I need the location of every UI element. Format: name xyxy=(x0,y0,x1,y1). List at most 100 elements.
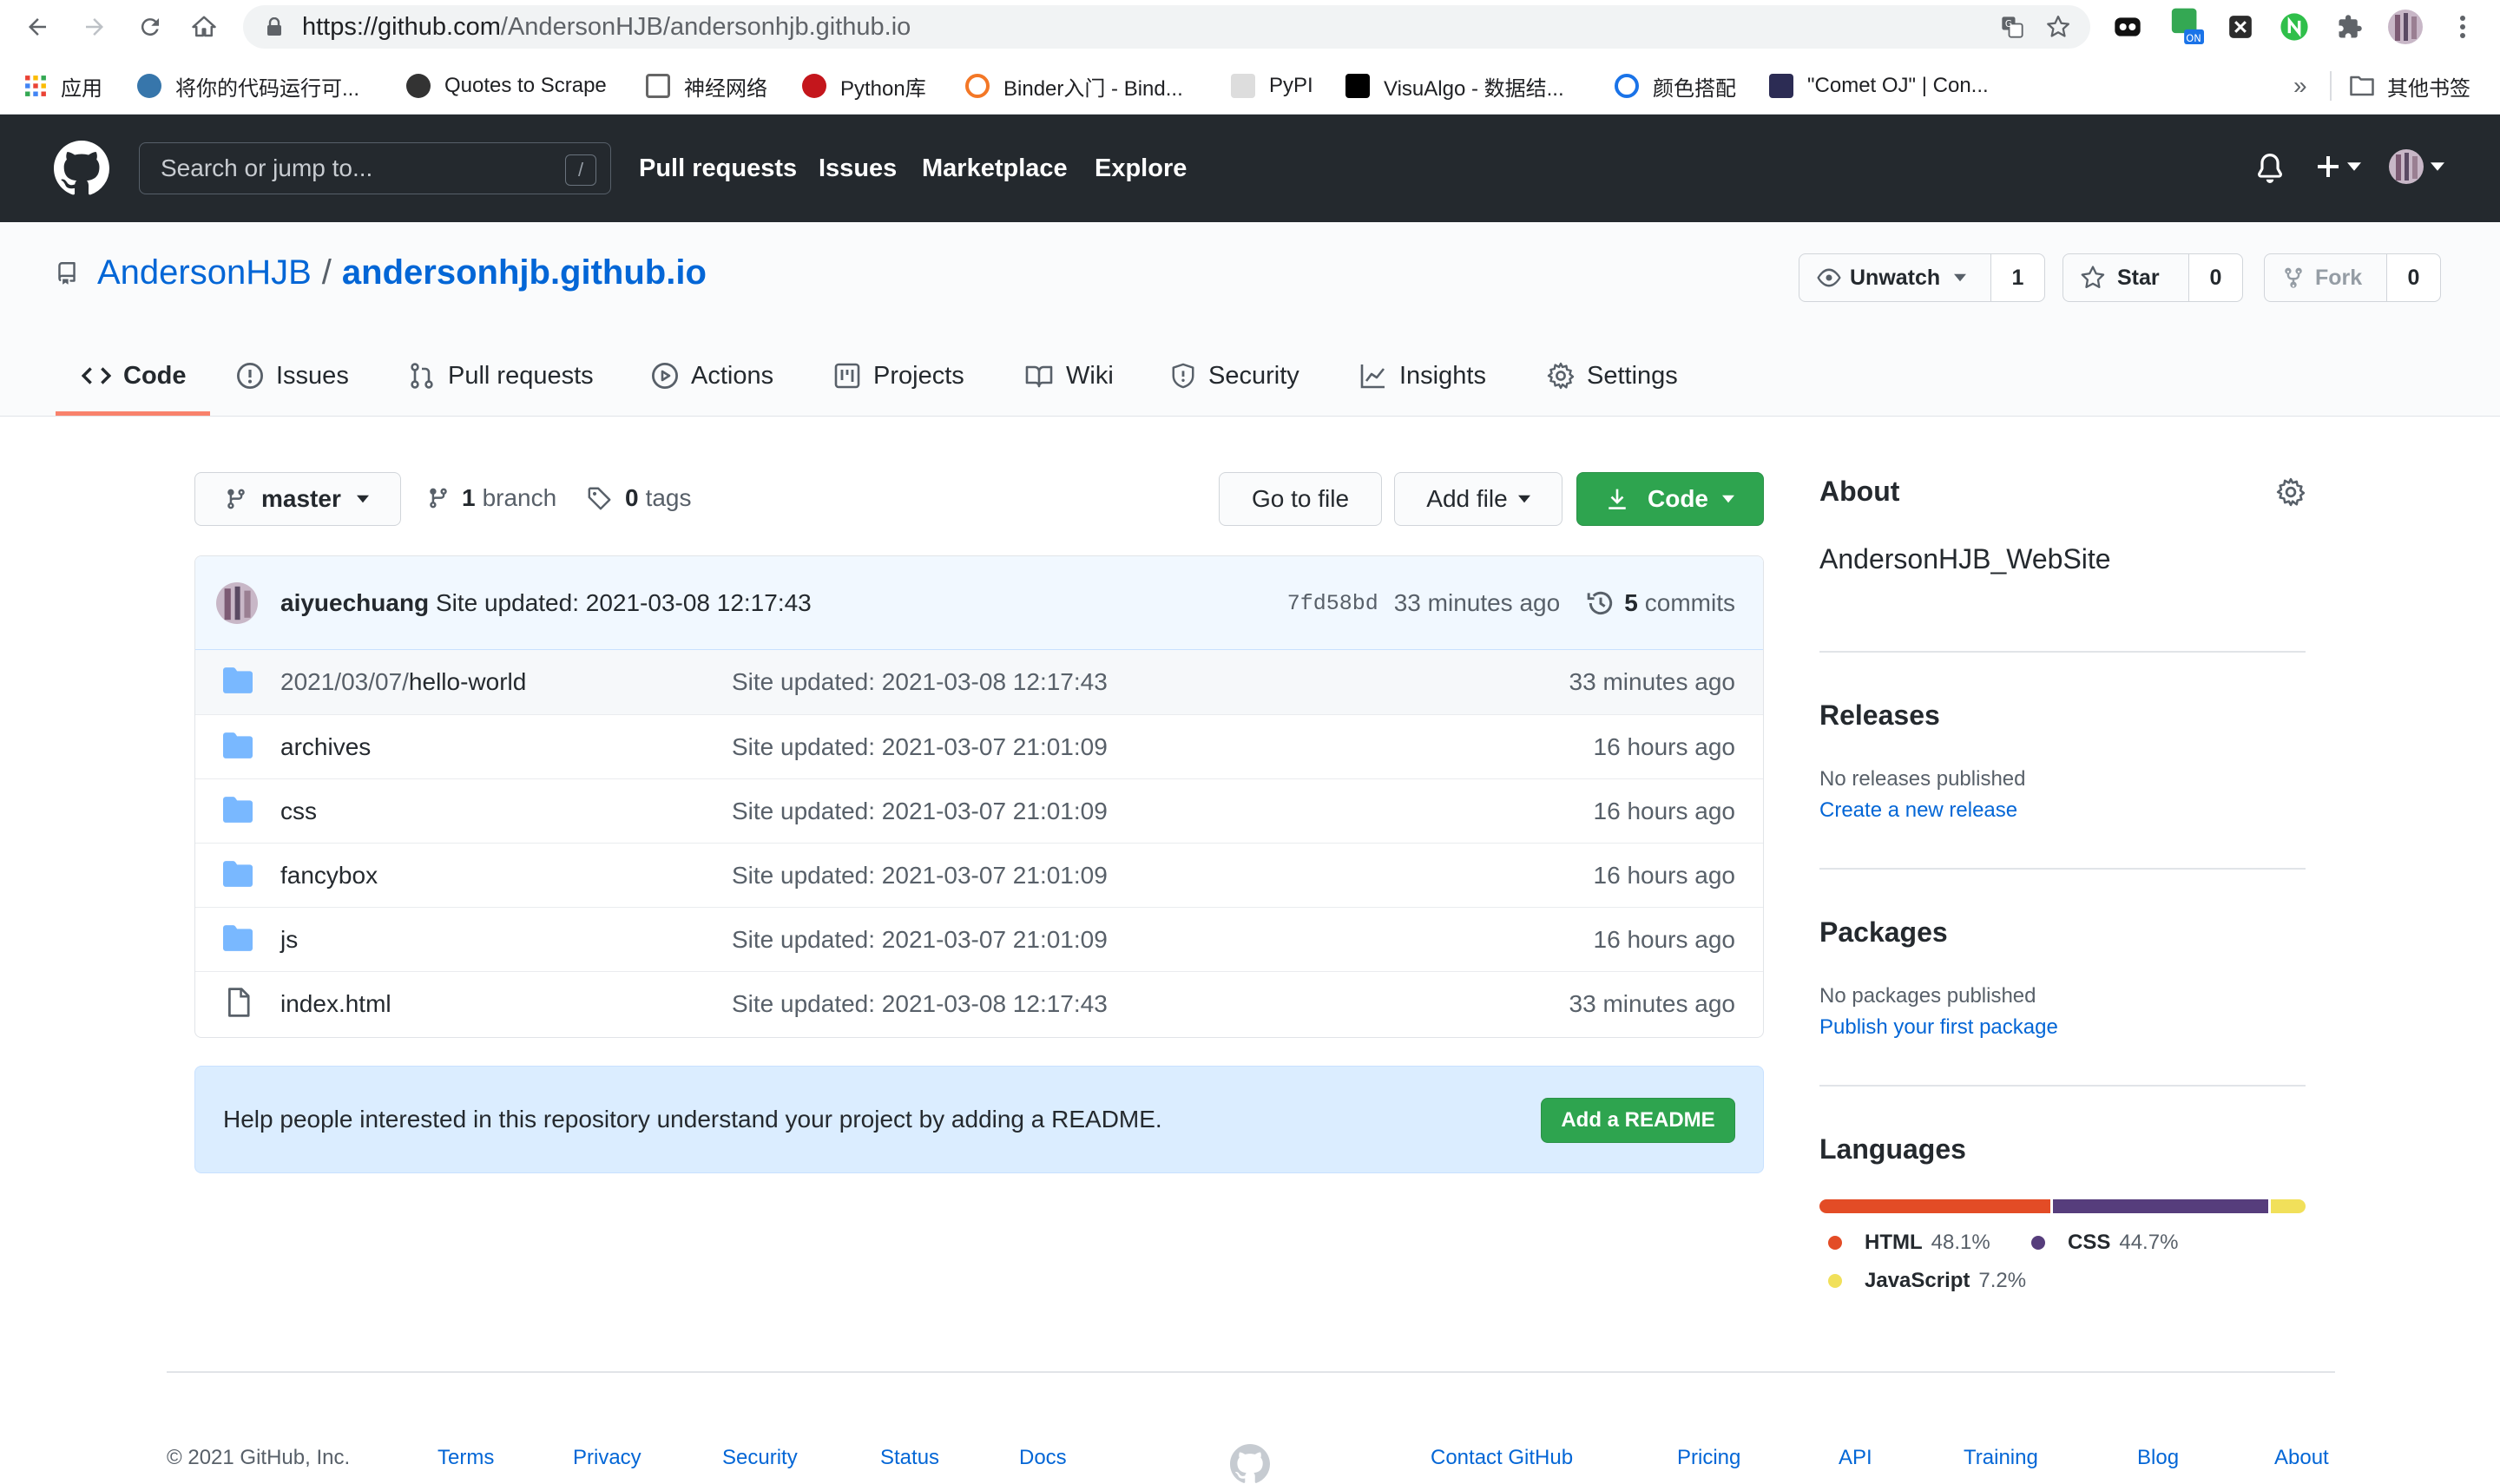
reload-button[interactable] xyxy=(130,7,170,47)
footer-link-about[interactable]: About xyxy=(2274,1441,2329,1475)
footer-link-api[interactable]: API xyxy=(1839,1441,1872,1475)
language-item[interactable]: HTML 48.1% xyxy=(1828,1231,1990,1255)
footer-link-pricing[interactable]: Pricing xyxy=(1677,1441,1740,1475)
language-bar-segment[interactable] xyxy=(2271,1199,2306,1213)
forks-count[interactable]: 0 xyxy=(2386,254,2440,301)
branches-link[interactable]: 1 branch xyxy=(427,470,556,526)
bookmark-neural[interactable]: 神经网络 xyxy=(646,66,767,106)
language-bar-segment[interactable] xyxy=(1819,1199,2051,1213)
repo-name-link[interactable]: andersonhjb.github.io xyxy=(342,253,707,292)
nav-issues[interactable]: Issues xyxy=(819,115,897,222)
file-commit-message[interactable]: Site updated: 2021-03-07 21:01:09 xyxy=(732,908,1108,972)
file-commit-message[interactable]: Site updated: 2021-03-07 21:01:09 xyxy=(732,715,1108,779)
github-logo[interactable] xyxy=(54,141,109,196)
add-readme-button[interactable]: Add a README xyxy=(1541,1098,1735,1143)
bookmark-visualgo[interactable]: VisuAlgo - 数据结... xyxy=(1345,66,1564,106)
file-commit-message[interactable]: Site updated: 2021-03-07 21:01:09 xyxy=(732,779,1108,844)
footer-link-security[interactable]: Security xyxy=(722,1441,798,1475)
tab-code[interactable]: Code xyxy=(82,335,187,417)
footer-link-docs[interactable]: Docs xyxy=(1019,1441,1067,1475)
file-row[interactable]: 2021/03/07/hello-world Site updated: 2021… xyxy=(195,650,1763,714)
forward-button[interactable] xyxy=(75,7,115,47)
stargazers-count[interactable]: 0 xyxy=(2188,254,2242,301)
file-name-link[interactable]: index.html xyxy=(280,972,391,1036)
bookmark-python-lib[interactable]: Python库 xyxy=(802,66,926,106)
file-row[interactable]: index.html Site updated: 2021-03-08 12:17… xyxy=(195,971,1763,1035)
profile-button[interactable] xyxy=(2385,7,2425,47)
nav-marketplace[interactable]: Marketplace xyxy=(922,115,1068,222)
tab-projects[interactable]: Projects xyxy=(833,335,964,417)
other-bookmarks[interactable]: 其他书签 xyxy=(2349,66,2470,106)
edit-about-button[interactable] xyxy=(2276,477,2306,507)
user-menu-button[interactable] xyxy=(2389,149,2444,184)
footer-link-blog[interactable]: Blog xyxy=(2137,1441,2179,1475)
file-name-link[interactable]: fancybox xyxy=(280,844,378,908)
extension-3[interactable] xyxy=(2220,7,2260,47)
file-name-link[interactable]: js xyxy=(280,908,298,972)
tab-actions[interactable]: Actions xyxy=(651,335,773,417)
language-bar-segment[interactable] xyxy=(2053,1199,2269,1213)
footer-link-contact[interactable]: Contact GitHub xyxy=(1431,1441,1573,1475)
file-commit-message[interactable]: Site updated: 2021-03-08 12:17:43 xyxy=(732,972,1108,1036)
bookmark-pypi[interactable]: PyPI xyxy=(1231,66,1313,106)
bookmark-colors[interactable]: 颜色搭配 xyxy=(1615,66,1736,106)
tab-pull-requests[interactable]: Pull requests xyxy=(408,335,594,417)
fork-button[interactable]: Fork xyxy=(2265,254,2386,301)
file-name-link[interactable]: archives xyxy=(280,715,371,779)
extensions-button[interactable] xyxy=(2330,7,2370,47)
star-button[interactable]: Star xyxy=(2063,254,2188,301)
tab-settings[interactable]: Settings xyxy=(1547,335,1678,417)
file-row[interactable]: fancybox Site updated: 2021-03-07 21:01:0… xyxy=(195,843,1763,907)
repo-owner-link[interactable]: AndersonHJB xyxy=(97,253,312,292)
extension-4[interactable] xyxy=(2274,7,2314,47)
file-row[interactable]: css Site updated: 2021-03-07 21:01:09 16 h… xyxy=(195,778,1763,843)
go-to-file-button[interactable]: Go to file xyxy=(1219,472,1382,526)
packages-heading[interactable]: Packages xyxy=(1819,916,1948,949)
bookmark-python-tutor[interactable]: 将你的代码运行可... xyxy=(137,66,359,106)
tab-security[interactable]: Security xyxy=(1170,335,1299,417)
notifications-button[interactable] xyxy=(2255,153,2285,184)
footer-link-privacy[interactable]: Privacy xyxy=(573,1441,641,1475)
bookmark-apps[interactable]: 应用 xyxy=(24,66,102,106)
file-name-link[interactable]: css xyxy=(280,779,317,844)
commits-link[interactable]: 5 commits xyxy=(1586,588,1735,618)
extension-1[interactable] xyxy=(2108,7,2148,47)
footer-link-status[interactable]: Status xyxy=(880,1441,939,1475)
unwatch-button[interactable]: Unwatch xyxy=(1799,254,1990,301)
nav-pull-requests[interactable]: Pull requests xyxy=(639,115,797,222)
file-commit-message[interactable]: Site updated: 2021-03-07 21:01:09 xyxy=(732,844,1108,908)
language-item[interactable]: JavaScript 7.2% xyxy=(1828,1269,2026,1293)
commit-author[interactable]: aiyuechuang xyxy=(280,589,429,616)
commit-message[interactable]: Site updated: 2021-03-08 12:17:43 xyxy=(436,589,812,616)
create-new-button[interactable] xyxy=(2314,153,2361,181)
home-button[interactable] xyxy=(184,7,224,47)
bookmark-comet-oj[interactable]: "Comet OJ" | Con... xyxy=(1769,66,1989,106)
publish-package-link[interactable]: Publish your first package xyxy=(1819,1015,2058,1040)
file-row[interactable]: js Site updated: 2021-03-07 21:01:09 16 ho… xyxy=(195,907,1763,971)
tab-insights[interactable]: Insights xyxy=(1359,335,1486,417)
search-input[interactable]: Search or jump to... / xyxy=(139,142,611,194)
footer-link-training[interactable]: Training xyxy=(1964,1441,2038,1475)
tab-issues[interactable]: Issues xyxy=(236,335,349,417)
branch-select-button[interactable]: master xyxy=(194,472,401,526)
code-download-button[interactable]: Code xyxy=(1576,472,1764,526)
menu-button[interactable] xyxy=(2443,7,2483,47)
bookmark-quotes[interactable]: Quotes to Scrape xyxy=(406,66,607,106)
watchers-count[interactable]: 1 xyxy=(1990,254,2044,301)
add-file-button[interactable]: Add file xyxy=(1394,472,1562,526)
bookmark-binder[interactable]: Binder入门 - Bind... xyxy=(965,66,1183,106)
file-row[interactable]: archives Site updated: 2021-03-07 21:01:0… xyxy=(195,714,1763,778)
commit-sha[interactable]: 7fd58bd xyxy=(1287,591,1378,616)
file-commit-message[interactable]: Site updated: 2021-03-08 12:17:43 xyxy=(732,650,1108,714)
nav-explore[interactable]: Explore xyxy=(1095,115,1187,222)
extension-2[interactable]: ON xyxy=(2167,7,2207,47)
more-bookmarks-button[interactable]: » xyxy=(2293,66,2307,106)
tags-link[interactable]: 0 tags xyxy=(587,470,692,526)
tab-wiki[interactable]: Wiki xyxy=(1024,335,1114,417)
back-button[interactable] xyxy=(17,7,57,47)
file-name-link[interactable]: 2021/03/07/hello-world xyxy=(280,650,526,714)
footer-github-logo[interactable] xyxy=(1229,1444,1271,1484)
releases-heading[interactable]: Releases xyxy=(1819,699,1940,732)
footer-link-terms[interactable]: Terms xyxy=(438,1441,494,1475)
address-bar[interactable]: https://github.com/AndersonHJB/andersonh… xyxy=(243,5,2090,49)
